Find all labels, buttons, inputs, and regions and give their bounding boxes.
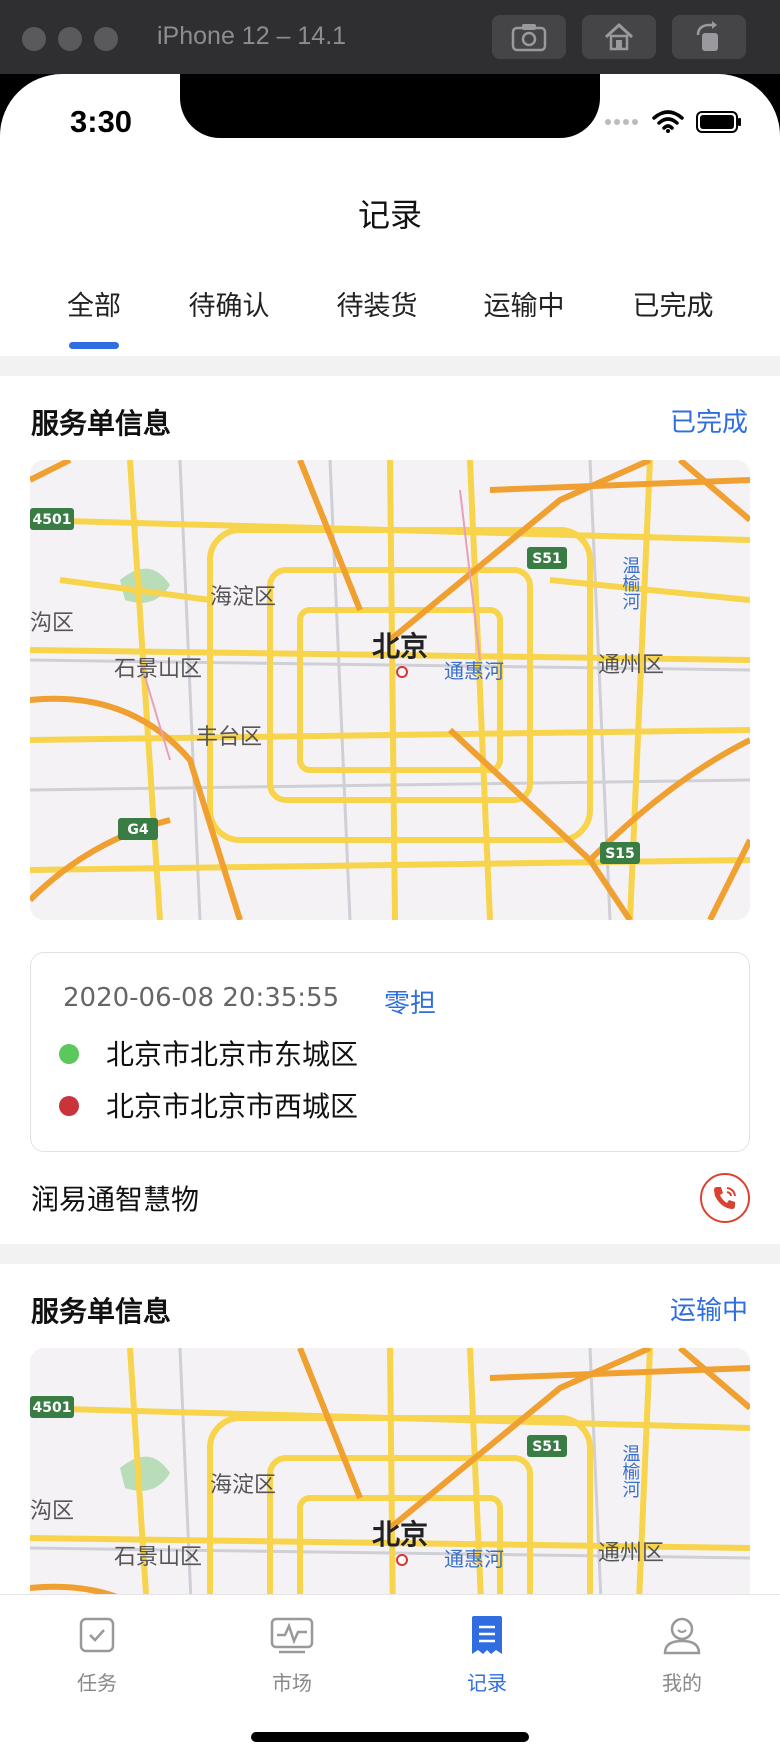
route-map[interactable]: 4501 S51 S15 G4 海淀区 石景山区 丰台区 通州区 沟区 北京 通…	[30, 460, 750, 920]
section-divider	[0, 356, 780, 376]
signal-dots-icon	[605, 119, 638, 125]
destination-address: 北京市北京市西城区	[106, 1090, 359, 1123]
tabbar-item-market[interactable]: 市场	[232, 1613, 352, 1696]
market-icon	[270, 1617, 314, 1654]
origin-address: 北京市北京市东城区	[106, 1038, 359, 1071]
order-type: 零担	[384, 989, 437, 1019]
home-button[interactable]	[582, 15, 656, 59]
tabbar-item-profile[interactable]: 我的	[622, 1613, 742, 1696]
map-label-beijing: 北京	[372, 630, 428, 663]
map-label-gou: 沟区	[30, 611, 74, 636]
record-icon	[472, 1616, 502, 1654]
map-label-gou: 沟区	[30, 1499, 74, 1524]
notch	[180, 74, 600, 138]
simulator-title-bar: iPhone 12 – 14.1	[0, 0, 780, 74]
tabbar-label: 我的	[662, 1671, 702, 1695]
map-label-wenyu: 温榆河	[620, 1444, 641, 1498]
tab-pending-load[interactable]: 待装货	[337, 284, 418, 323]
rotate-button[interactable]	[672, 15, 746, 59]
wifi-icon	[652, 110, 684, 133]
profile-icon	[663, 1617, 701, 1655]
phone-icon	[714, 1187, 736, 1209]
map-label-haidian: 海淀区	[210, 585, 276, 610]
company-name: 润易通智慧物	[31, 1183, 200, 1216]
task-icon	[79, 1617, 115, 1653]
home-indicator[interactable]	[251, 1732, 529, 1742]
map-label-tongzhou: 通州区	[598, 653, 664, 678]
map-label-haidian: 海淀区	[210, 1473, 276, 1498]
page-title: 记录	[357, 196, 422, 234]
minimize-window-button[interactable]	[58, 27, 82, 51]
active-tab-indicator	[69, 342, 119, 349]
map-label-s51: S51	[532, 1439, 562, 1455]
map-label-shijingshan: 石景山区	[114, 657, 202, 682]
map-label-s51: S51	[532, 551, 562, 567]
tabbar-label: 任务	[77, 1671, 117, 1695]
simulator-title: iPhone 12 – 14.1	[157, 22, 347, 50]
tabbar-label: 记录	[467, 1671, 507, 1695]
tab-all[interactable]: 全部	[67, 284, 121, 323]
call-button[interactable]	[700, 1173, 750, 1223]
tab-in-transit[interactable]: 运输中	[484, 284, 565, 323]
tabbar-item-task[interactable]: 任务	[37, 1613, 157, 1696]
tab-pending-confirm[interactable]: 待确认	[189, 284, 270, 323]
section-divider	[0, 1244, 780, 1264]
map-label-g4: G4	[127, 822, 148, 838]
tabbar-item-record[interactable]: 记录	[427, 1613, 547, 1696]
map-label-s15: S15	[605, 846, 635, 862]
destination-dot-icon	[59, 1096, 79, 1116]
map-label-beijing: 北京	[372, 1518, 428, 1551]
status-icons	[604, 110, 742, 134]
map-image: 4501 S51 S15 G4 海淀区 石景山区 丰台区 通州区 沟区 北京 通…	[30, 460, 750, 920]
map-label-tonghuihe: 通惠河	[444, 1547, 504, 1571]
map-label-tonghuihe: 通惠河	[444, 659, 504, 683]
card-title: 服务单信息	[31, 407, 172, 440]
order-info-box[interactable]: 2020-06-08 20:35:55 零担 北京市北京市东城区 北京市北京市西…	[30, 952, 750, 1152]
app-screen: 3:30 记录 全部 待确认 待装货 运输中 已完成 服务单信息 已完成 450…	[0, 74, 780, 1762]
tab-completed[interactable]: 已完成	[633, 284, 714, 323]
close-window-button[interactable]	[22, 27, 46, 51]
order-status: 已完成	[669, 408, 748, 438]
battery-icon	[696, 111, 741, 133]
map-label-tongzhou: 通州区	[598, 1541, 664, 1566]
tabbar-label: 市场	[272, 1671, 312, 1695]
status-time: 3:30	[70, 104, 133, 139]
origin-dot-icon	[59, 1044, 79, 1064]
map-label-4501: 4501	[33, 512, 72, 528]
map-label-wenyu: 温榆河	[620, 556, 641, 610]
camera-icon	[511, 24, 547, 52]
card-title: 服务单信息	[31, 1295, 172, 1328]
screenshot-button[interactable]	[492, 15, 566, 59]
rotate-icon	[696, 21, 718, 51]
order-date: 2020-06-08 20:35:55	[63, 983, 340, 1013]
home-icon	[604, 22, 634, 51]
map-label-shijingshan: 石景山区	[114, 1545, 202, 1570]
order-status: 运输中	[669, 1296, 748, 1326]
filter-tabs: 全部 待确认 待装货 运输中 已完成	[0, 284, 780, 344]
map-label-fengtai: 丰台区	[196, 725, 262, 750]
map-label-4501: 4501	[33, 1400, 72, 1416]
zoom-window-button[interactable]	[94, 27, 118, 51]
